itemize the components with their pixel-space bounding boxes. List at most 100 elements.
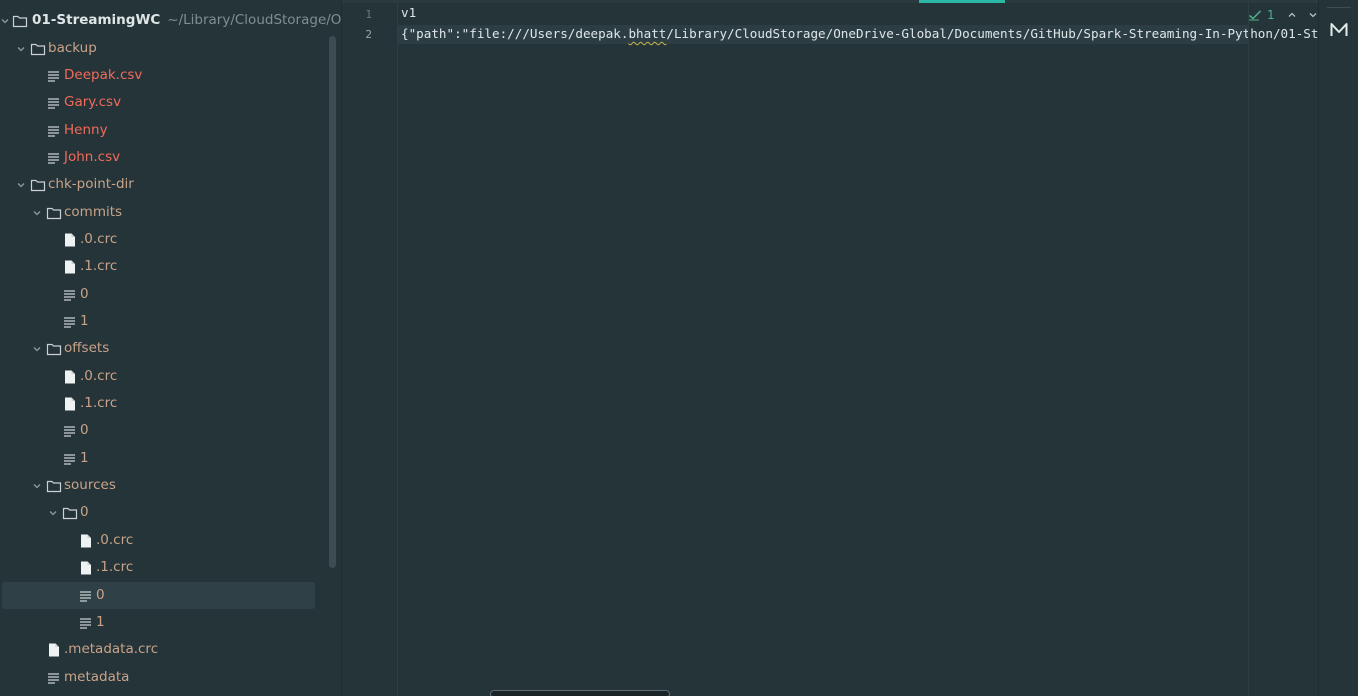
chevron-up-icon[interactable] — [1286, 6, 1298, 25]
folder-icon — [30, 177, 46, 193]
tree-scrollbar[interactable] — [329, 36, 336, 568]
line-gutter: 1 2 — [342, 3, 398, 696]
file-icon — [46, 642, 62, 658]
chevron-down-icon[interactable] — [0, 16, 10, 26]
tree-item[interactable]: backup — [0, 35, 316, 62]
tree-item-label: 1 — [80, 449, 89, 466]
text-file-icon — [46, 150, 62, 166]
text-file-icon — [46, 123, 62, 139]
tree-item-label: .1.crc — [80, 395, 118, 412]
tree-item-label: 1 — [96, 613, 105, 630]
right-tool-strip — [1318, 0, 1358, 696]
tree-item[interactable]: 1 — [0, 609, 316, 636]
tree-item-label: Deepak.csv — [64, 66, 143, 83]
tree-item-label: .1.crc — [96, 559, 134, 576]
file-icon — [62, 259, 78, 275]
text-file-icon — [62, 451, 78, 467]
tree-item[interactable]: 0 — [0, 281, 316, 308]
tree-item-label: chk-point-dir — [48, 176, 134, 193]
markdown-icon[interactable] — [1329, 20, 1349, 40]
tree-item-label: Henny — [64, 121, 108, 138]
inspection-count: 1 — [1267, 8, 1275, 22]
text-file-icon — [62, 314, 78, 330]
tree-item[interactable]: 1 — [0, 445, 316, 472]
tree-item-label: 0 — [80, 504, 89, 521]
horizontal-scrollbar[interactable] — [490, 690, 670, 696]
right-margin-guide — [1248, 3, 1249, 696]
folder-icon — [46, 205, 62, 221]
tree-item-label: John.csv — [64, 148, 121, 165]
tree-item-label: .0.crc — [96, 531, 134, 548]
tree-item-label: offsets — [64, 340, 110, 357]
tree-item-label: 1 — [80, 313, 89, 329]
tree-item[interactable]: .1.crc — [0, 554, 316, 581]
code-line-2-part-c: /Library/CloudStorage/OneDrive-Global/Do… — [666, 26, 1318, 41]
text-file-icon — [62, 287, 78, 303]
chevron-down-icon[interactable] — [48, 508, 58, 518]
tree-item-label: .metadata.crc — [64, 641, 159, 658]
tree-item-label: .1.crc — [80, 258, 118, 275]
tree-item-label: backup — [48, 39, 97, 56]
tree-item[interactable]: John.csv — [0, 144, 316, 171]
tree-item[interactable]: .0.crc — [0, 363, 316, 390]
project-tree: 01-StreamingWC ~/Library/CloudStorage/One… — [0, 0, 341, 696]
tree-root[interactable]: 01-StreamingWC ~/Library/CloudStorage/One… — [0, 7, 341, 34]
chevron-down-icon[interactable] — [32, 344, 42, 354]
inspection-widget[interactable]: 1 — [1248, 6, 1318, 24]
tree-item-label: .0.crc — [80, 367, 118, 384]
file-icon — [78, 560, 94, 576]
file-icon — [78, 533, 94, 549]
tree-item[interactable]: Gary.csv — [0, 89, 316, 116]
active-tab-indicator — [919, 0, 1005, 3]
strip-separator — [1327, 7, 1351, 8]
tree-item-label: metadata — [64, 668, 130, 685]
spelling-warning-word[interactable]: bhatt — [628, 26, 666, 41]
folder-icon — [30, 41, 46, 57]
code-line-2-part-a: {"path":"file:///Users/deepak. — [401, 26, 629, 41]
code-line-1[interactable]: v1 — [401, 5, 416, 21]
tree-item[interactable]: chk-point-dir — [0, 171, 316, 198]
tree-item[interactable]: .0.crc — [0, 226, 316, 253]
tree-item[interactable]: 0 — [0, 417, 316, 444]
text-file-icon — [62, 423, 78, 439]
tree-item[interactable]: .1.crc — [0, 253, 316, 280]
text-file-icon — [46, 68, 62, 84]
tree-item[interactable]: metadata — [0, 664, 316, 691]
chevron-down-icon[interactable] — [16, 44, 26, 54]
folder-icon — [46, 478, 62, 494]
chevron-down-icon[interactable] — [32, 208, 42, 218]
root-folder-label: 01-StreamingWC ~/Library/CloudStorage/One… — [32, 12, 341, 28]
tree-item[interactable]: 0 — [2, 581, 315, 609]
chevron-down-icon[interactable] — [32, 481, 42, 491]
tree-item[interactable]: Deepak.csv — [0, 62, 316, 89]
tree-item-label: .0.crc — [80, 230, 118, 247]
file-icon — [62, 369, 78, 385]
folder-icon — [62, 505, 78, 521]
tab-strip — [342, 0, 1318, 3]
text-file-icon — [46, 95, 62, 111]
tree-item-label: 0 — [80, 422, 89, 439]
file-icon — [62, 396, 78, 412]
tree-item[interactable]: 1 — [0, 308, 316, 335]
code-line-2[interactable]: {"path":"file:///Users/deepak.bhatt/Libr… — [401, 26, 1318, 42]
check-icon[interactable] — [1248, 6, 1262, 25]
tree-item[interactable]: .0.crc — [0, 527, 316, 554]
tree-item[interactable]: offsets — [0, 335, 316, 362]
root-path-hint: ~/Library/CloudStorage/OneDr — [167, 12, 341, 28]
code-editor[interactable]: 1 2 v1 {"path":"file:///Users/deepak.bha… — [342, 0, 1318, 696]
tree-item-label: commits — [64, 203, 123, 220]
tree-item[interactable]: sources — [0, 472, 316, 499]
tree-item[interactable]: Henny — [0, 117, 316, 144]
chevron-down-icon[interactable] — [1307, 6, 1318, 25]
tree-item[interactable]: 0 — [0, 499, 316, 526]
tree-item[interactable]: .1.crc — [0, 390, 316, 417]
tree-item-label: 0 — [96, 586, 105, 603]
tree-item-label: Gary.csv — [64, 94, 122, 111]
tree-item-label: sources — [64, 477, 116, 494]
tree-item[interactable]: commits — [0, 199, 316, 226]
file-icon — [62, 232, 78, 248]
tree-item[interactable]: .metadata.crc — [0, 636, 316, 663]
line-number-2: 2 — [365, 28, 372, 41]
chevron-down-icon[interactable] — [16, 180, 26, 190]
line-number-1: 1 — [365, 8, 372, 21]
